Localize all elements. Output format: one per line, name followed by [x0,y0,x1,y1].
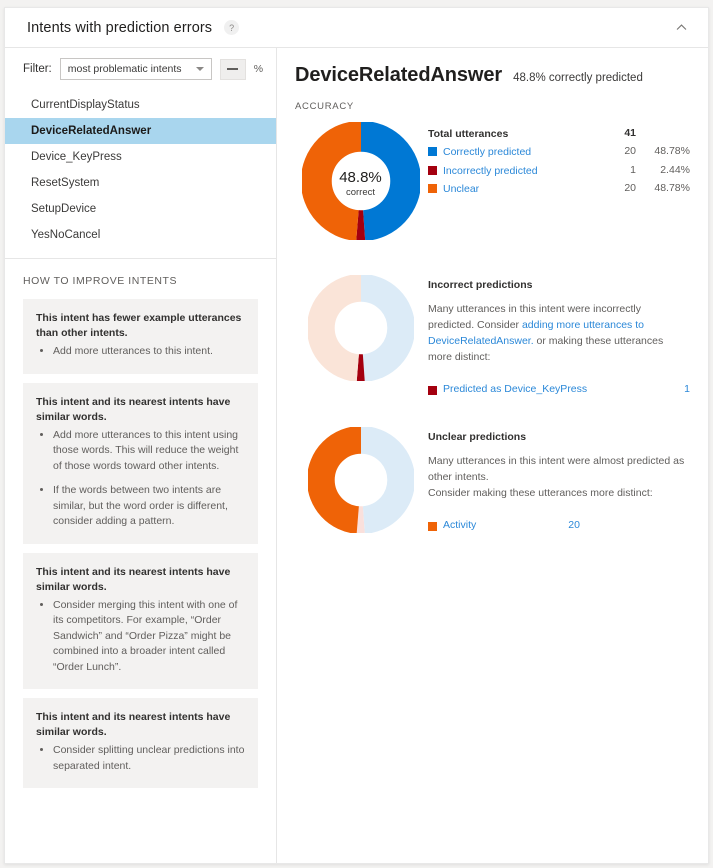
intent-list-item[interactable]: SetupDevice [5,196,276,222]
legend-total-label: Total utterances [428,128,509,140]
intent-list-item[interactable]: ResetSystem [5,170,276,196]
legend-total-row: Total utterances 41 [428,124,690,142]
unclear-item-label[interactable]: Activity [443,519,476,531]
incorrect-predictions-description: Many utterances in this intent were inco… [428,301,690,365]
improve-tip-bullet: Consider splitting unclear predictions i… [53,743,245,774]
intent-detail-title: DeviceRelatedAnswer [295,64,503,86]
question-mark-icon[interactable]: ? [224,20,240,35]
improve-tip-card: This intent and its nearest intents have… [23,552,258,689]
accuracy-donut-wrap: 48.8% correct [300,120,421,245]
accuracy-section-label: ACCURACY [295,101,354,112]
legend-row: Correctly predicted 20 48.78% [428,142,690,161]
chevron-down-icon [195,67,204,71]
incorrect-item-swatch [428,385,437,395]
improve-tip-heading: This intent has fewer example utterances… [36,312,242,339]
panel-header: Intents with prediction errors ? [5,8,708,48]
improve-tip-bullet: Add more utterances to this intent using… [53,428,245,475]
incorrect-predictions-block: Incorrect predictions Many utterances in… [293,271,690,395]
unclear-prediction-item[interactable]: Activity 20 [428,519,690,531]
intent-list-item[interactable]: YesNoCancel [5,222,276,248]
legend-swatch-correct [428,147,437,156]
legend-count-unclear: 20 [624,182,636,195]
left-pane: Filter: most problematic intents % Curre… [5,48,277,863]
legend-row: Unclear 20 48.78% [428,179,690,198]
legend-label-correct[interactable]: Correctly predicted [443,146,531,158]
incorrect-predictions-donut-chart [307,275,414,381]
intent-list: CurrentDisplayStatus DeviceRelatedAnswer… [5,88,276,259]
chevron-up-icon [676,24,686,30]
filter-row: Filter: most problematic intents % [5,48,276,88]
threshold-input[interactable] [219,58,246,80]
detail-pane: DeviceRelatedAnswer 48.8% correctly pred… [277,48,708,863]
legend-swatch-unclear [428,184,437,193]
intent-list-item[interactable]: Device_KeyPress [5,144,276,170]
improve-tip-card: This intent has fewer example utterances… [23,299,258,374]
incorrect-prediction-item[interactable]: Predicted as Device_KeyPress 1 [428,383,690,395]
legend-percent-incorrect: 2.44% [660,163,690,176]
app-root: Intents with prediction errors ? Filter:… [0,0,713,868]
unclear-predictions-body: Unclear predictions Many utterances in t… [428,423,690,533]
improve-tip-heading: This intent and its nearest intents have… [36,395,231,423]
unclear-predictions-donut-chart [307,427,414,533]
incorrect-donut-column [293,271,428,395]
unclear-predictions-block: Unclear predictions Many utterances in t… [293,423,690,533]
legend-label-unclear[interactable]: Unclear [443,183,479,195]
accuracy-legend-table: Total utterances 41 Correctly predicted … [428,124,690,198]
legend-label-incorrect[interactable]: Incorrectly predicted [443,165,538,177]
legend-total-value: 41 [624,127,636,139]
accuracy-legend: Total utterances 41 Correctly predicted … [428,118,690,245]
improve-tip-bullet: If the words between two intents are sim… [53,483,245,530]
improve-tip-card: This intent and its nearest intents have… [23,698,258,788]
improve-tip-bullet: Consider merging this intent with one of… [53,598,245,676]
intent-list-item-selected[interactable]: DeviceRelatedAnswer [5,118,276,144]
improve-tip-list: Add more utterances to this intent. [36,344,245,360]
intent-detail-header: DeviceRelatedAnswer 48.8% correctly pred… [293,64,690,87]
panel-body: Filter: most problematic intents % Curre… [5,48,708,863]
legend-swatch-incorrect [428,165,437,175]
unclear-item-swatch [428,521,437,531]
improve-tip-heading: This intent and its nearest intents have… [36,711,231,738]
intent-list-item[interactable]: CurrentDisplayStatus [5,92,276,118]
unclear-predictions-title: Unclear predictions [428,431,527,443]
how-to-improve-section: HOW TO IMPROVE INTENTS This intent has f… [5,259,276,863]
legend-row: Incorrectly predicted 1 2.44% [428,161,690,180]
accuracy-donut-column: 48.8% correct [293,118,428,245]
legend-count-incorrect: 1 [630,163,636,176]
improve-tip-heading: This intent and its nearest intents have… [36,565,231,593]
improve-tip-bullet: Add more utterances to this intent. [53,344,245,360]
intents-panel-card: Intents with prediction errors ? Filter:… [4,7,709,864]
collapse-panel-button[interactable] [670,17,692,39]
intent-detail-subtitle: 48.8% correctly predicted [513,72,643,84]
incorrect-item-label[interactable]: Predicted as Device_KeyPress [443,383,587,395]
accuracy-donut-chart [300,120,421,242]
threshold-unit-label: % [253,63,264,75]
legend-percent-unclear: 48.78% [654,182,690,195]
improve-tip-list: Add more utterances to this intent using… [36,428,245,530]
filter-label: Filter: [23,63,52,75]
threshold-empty-dash [227,68,239,70]
incorrect-item-count: 1 [684,383,690,395]
incorrect-predictions-title: Incorrect predictions [428,279,533,291]
unclear-donut-column [293,423,428,533]
filter-select[interactable]: most problematic intents [59,58,212,80]
unclear-item-count: 20 [568,519,580,531]
improve-tip-list: Consider splitting unclear predictions i… [36,743,245,774]
legend-percent-correct: 48.78% [654,145,690,158]
legend-count-correct: 20 [624,145,636,158]
filter-select-value: most problematic intents [67,63,182,75]
improve-tip-list: Consider merging this intent with one of… [36,598,245,676]
incorrect-predictions-body: Incorrect predictions Many utterances in… [428,271,690,395]
accuracy-chart-block: 48.8% correct Total utterances 41 Correc… [293,118,690,245]
how-to-improve-title: HOW TO IMPROVE INTENTS [23,275,178,287]
page-title: Intents with prediction errors [27,19,213,36]
unclear-predictions-description: Many utterances in this intent were almo… [428,455,685,499]
improve-tip-card: This intent and its nearest intents have… [23,382,258,544]
